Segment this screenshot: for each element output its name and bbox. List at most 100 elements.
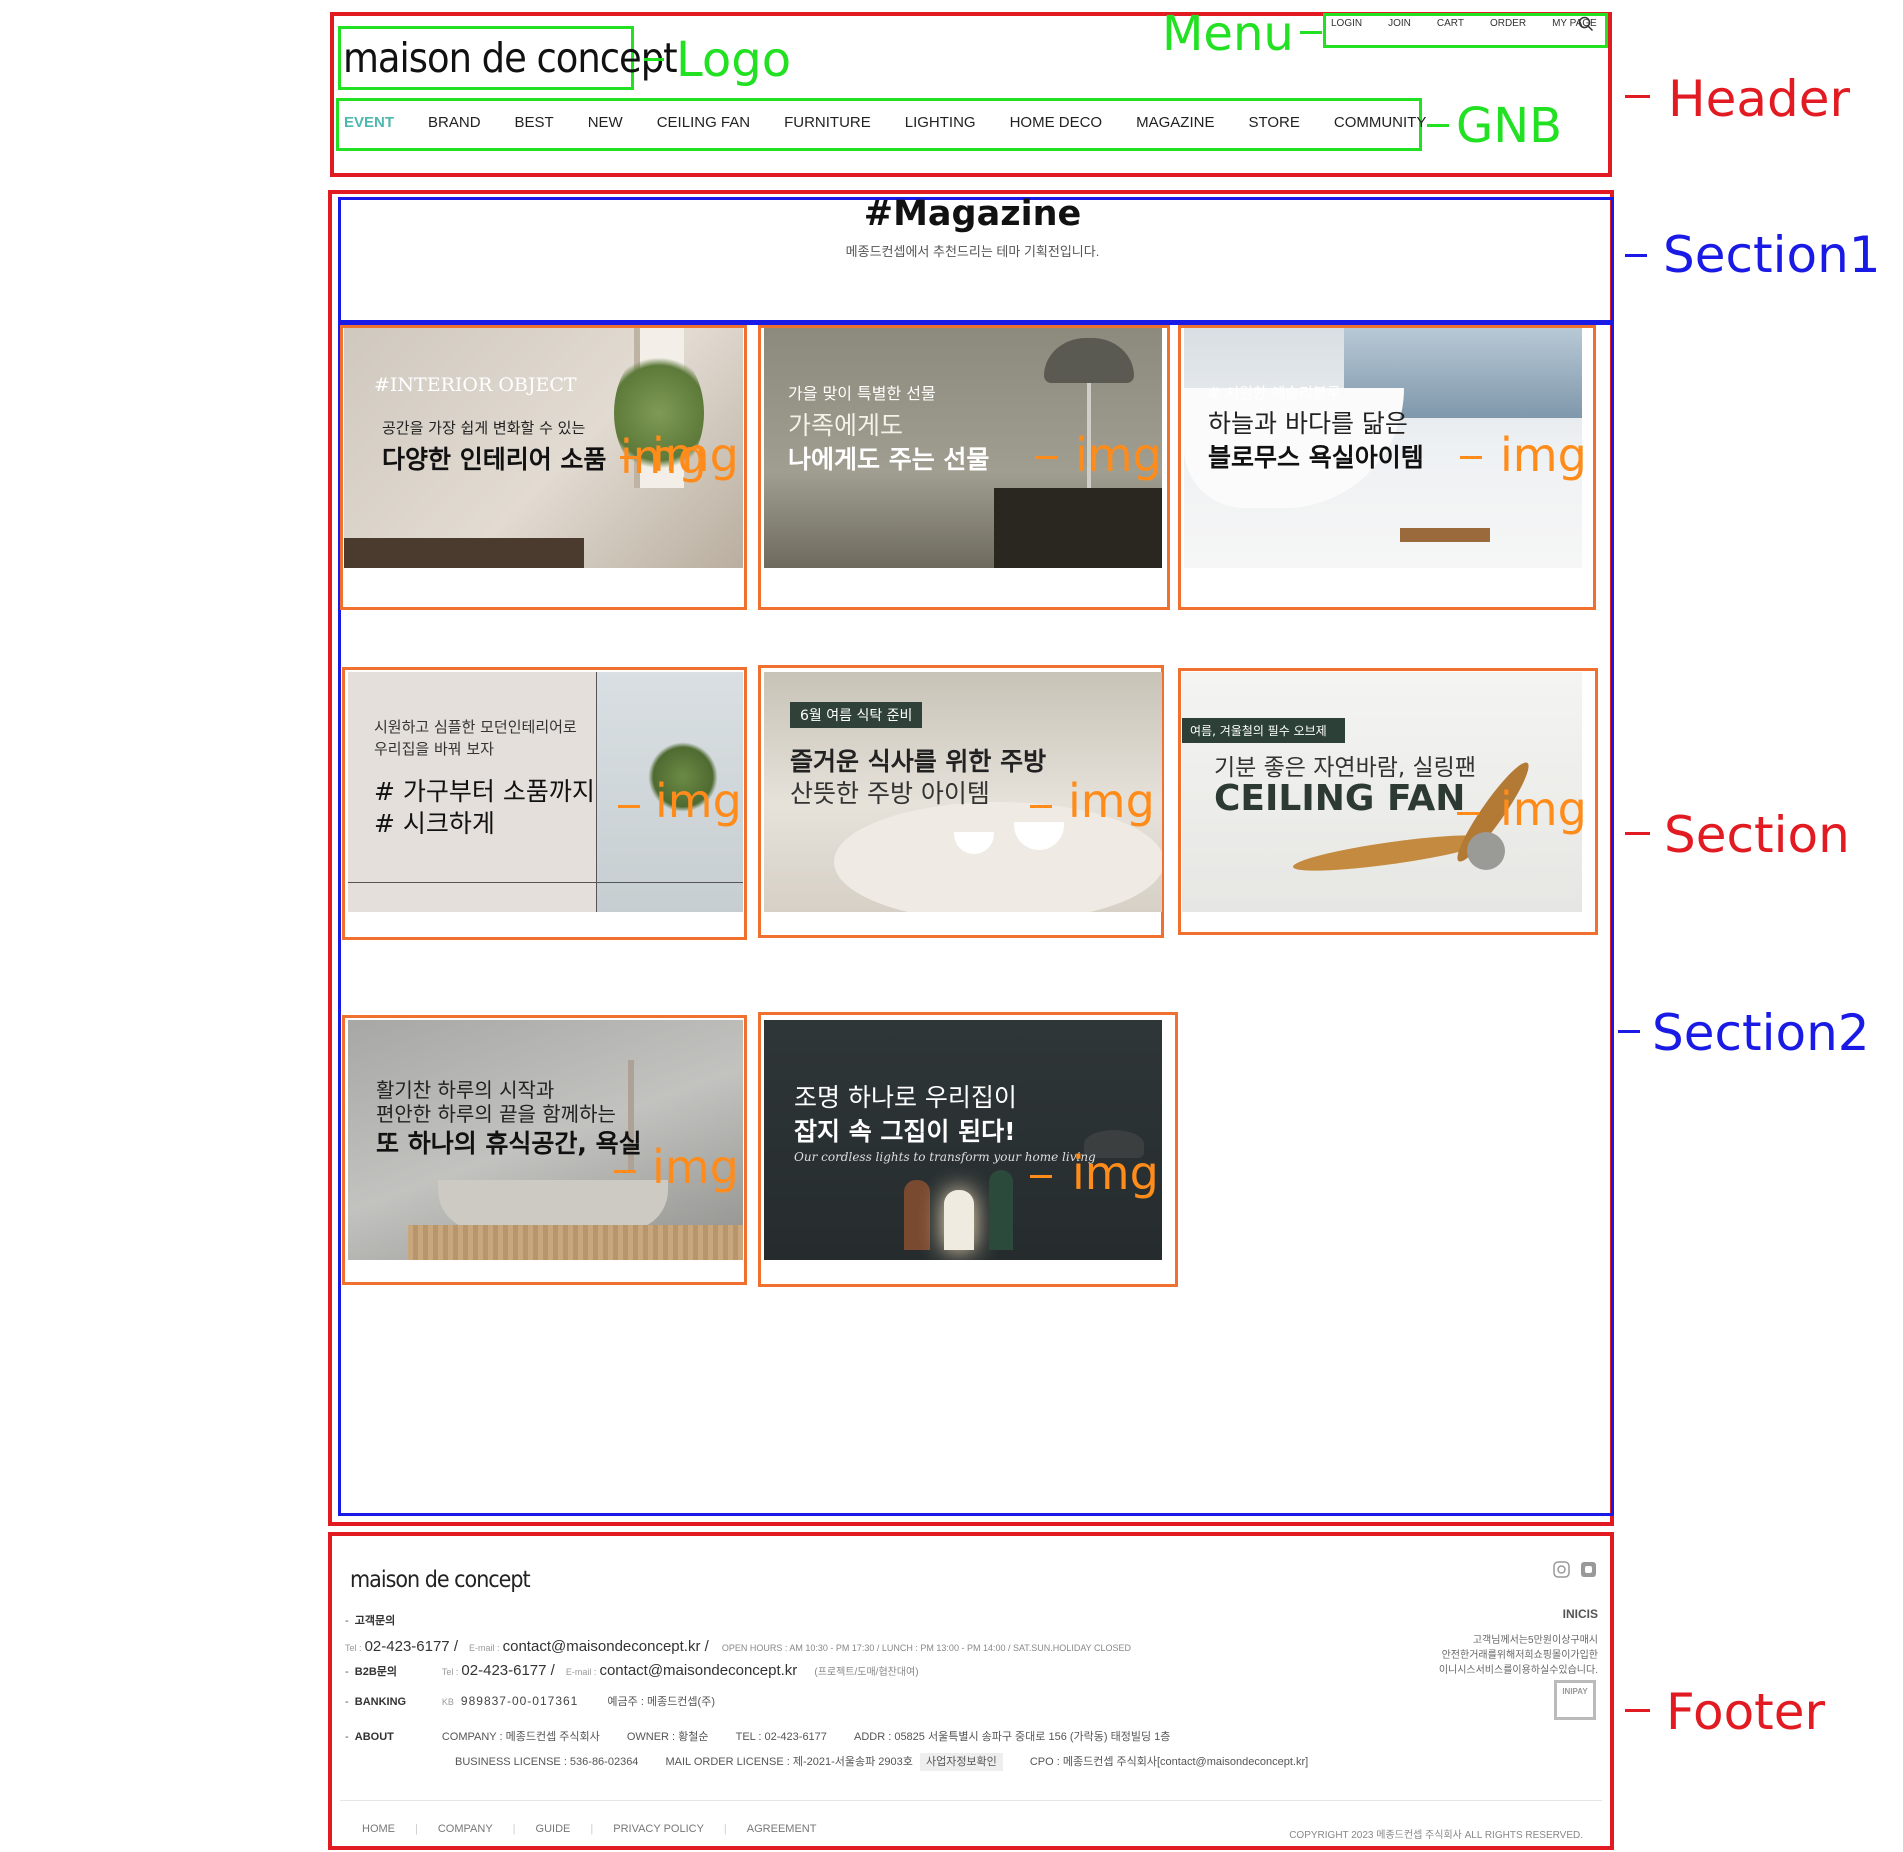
- img-dash: [1460, 456, 1482, 459]
- card-line1: 하늘과 바다를 닮은: [1208, 409, 1408, 438]
- img-dash: [1030, 1175, 1052, 1178]
- card-line1: 가족에게도: [788, 411, 904, 440]
- card-line2: 나에게도 주는 선물: [788, 445, 990, 474]
- footer-about-row: - ABOUT COMPANY : 메종드컨셉 주식회사 OWNER : 황철순…: [345, 1731, 1171, 1743]
- addr-info: ADDR : 05825 서울특별시 송파구 중대로 156 (가락동) 태정빌…: [853, 1731, 1171, 1743]
- img-dash: [1030, 805, 1052, 808]
- inicis-label: INICIS: [1562, 1607, 1598, 1621]
- gnb-store[interactable]: STORE: [1248, 114, 1299, 131]
- menu-annotation: Menu: [1162, 6, 1294, 62]
- card-image-box: [994, 488, 1162, 568]
- card-image-shelf: [348, 882, 743, 883]
- img-dash: [614, 1170, 636, 1173]
- email-value[interactable]: contact@maisondeconcept.kr /: [503, 1638, 709, 1655]
- gnb-lighting[interactable]: LIGHTING: [905, 114, 976, 131]
- card-tag: 조명 하나로 우리집이: [794, 1083, 1017, 1112]
- gnb-event[interactable]: EVENT: [344, 114, 394, 131]
- img-annotation: img: [652, 428, 739, 482]
- menu-join[interactable]: JOIN: [1388, 18, 1411, 29]
- email-label: E-mail :: [469, 1643, 500, 1653]
- blog-icon[interactable]: [1580, 1561, 1597, 1578]
- menu-login[interactable]: LOGIN: [1331, 18, 1362, 29]
- footer-link-agreement[interactable]: AGREEMENT: [747, 1823, 817, 1835]
- card-line1: 기분 좋은 자연바람, 실링팬: [1214, 755, 1477, 781]
- b2b-label: B2B문의: [354, 1666, 398, 1678]
- card-image-divider: [596, 672, 597, 912]
- mail-order-license: MAIL ORDER LICENSE : 제-2021-서울송파 2903호: [665, 1756, 913, 1768]
- card-tag: #INTERIOR OBJECT: [374, 374, 577, 396]
- footer-logo[interactable]: maison de concept: [350, 1567, 531, 1593]
- footer-tel-row: Tel : 02-423-6177 / E-mail : contact@mai…: [345, 1638, 1131, 1655]
- footer-links: HOME | COMPANY | GUIDE | PRIVACY POLICY | AG…: [362, 1823, 817, 1835]
- banking-label: BANKING: [354, 1696, 407, 1708]
- card-line2: # 시크하게: [374, 809, 495, 838]
- img-annotation: img: [1068, 774, 1155, 828]
- card-line2: 다양한 인테리어 소품: [382, 445, 607, 474]
- biz-check-button[interactable]: 사업자정보확인: [919, 1753, 1003, 1771]
- header-annotation: Header: [1668, 70, 1851, 128]
- img-annotation: img: [655, 774, 742, 828]
- b2b-tel: 02-423-6177 /: [461, 1662, 555, 1679]
- img-annotation: img: [1500, 428, 1587, 482]
- logo-annotation: Logo: [676, 32, 792, 88]
- img-dash: [620, 456, 638, 459]
- inicis-text-3: 이니시스서비스를이용하실수있습니다.: [1438, 1665, 1598, 1676]
- card-line2: 블로무스 욕실아이템: [1208, 443, 1424, 472]
- section1-dash: [1625, 254, 1647, 257]
- gnb-annotation: GNB: [1456, 98, 1563, 154]
- card-image-lamp-shade: [1044, 338, 1134, 383]
- card-tag: 여름, 겨울철의 필수 오브제: [1182, 718, 1345, 743]
- bank-account: 989837-00-017361: [460, 1694, 579, 1708]
- footer-link-company[interactable]: COMPANY: [438, 1823, 493, 1835]
- gnb-magazine[interactable]: MAGAZINE: [1136, 114, 1214, 131]
- section-annotation: Section: [1664, 806, 1850, 864]
- instagram-icon[interactable]: [1553, 1561, 1570, 1578]
- gnb: EVENT BRAND BEST NEW CEILING FAN FURNITU…: [344, 114, 1460, 131]
- card-line1: 즐거운 식사를 위한 주방: [790, 747, 1047, 776]
- gnb-furniture[interactable]: FURNITURE: [784, 114, 871, 131]
- footer-link-home[interactable]: HOME: [362, 1823, 395, 1835]
- card-line2: 또 하나의 휴식공간, 욕실: [376, 1129, 642, 1158]
- footer-annotation: Footer: [1666, 1683, 1826, 1741]
- about-label: ABOUT: [354, 1731, 394, 1743]
- gnb-best[interactable]: BEST: [515, 114, 554, 131]
- top-menu: LOGIN JOIN CART ORDER MY PAGE: [1331, 18, 1597, 29]
- img-dash: [1035, 456, 1057, 459]
- gnb-new[interactable]: NEW: [588, 114, 623, 131]
- card-tag2: 우리집을 바꿔 보자: [374, 740, 494, 758]
- menu-cart[interactable]: CART: [1437, 18, 1464, 29]
- gnb-ceiling-fan[interactable]: CEILING FAN: [657, 114, 750, 131]
- card-line1: 공간을 가장 쉽게 변화할 수 있는: [382, 419, 586, 437]
- card-line2: Our cordless lights to transform your ho…: [794, 1150, 1096, 1164]
- logo[interactable]: maison de concept: [343, 34, 678, 82]
- depositor: 예금주 : 메종드컨셉(주): [607, 1696, 715, 1708]
- b2b-email[interactable]: contact@maisondeconcept.kr: [599, 1662, 797, 1679]
- logo-dash: [644, 58, 664, 61]
- inipay-badge[interactable]: INIPAY: [1554, 1680, 1596, 1720]
- company-info: COMPANY : 메종드컨셉 주식회사: [441, 1731, 600, 1743]
- footer-link-guide[interactable]: GUIDE: [536, 1823, 571, 1835]
- gnb-brand[interactable]: BRAND: [428, 114, 481, 131]
- b2b-email-label: E-mail :: [565, 1667, 597, 1677]
- img-annotation: img: [1075, 428, 1162, 482]
- open-hours: OPEN HOURS : AM 10:30 - PM 17:30 / LUNCH…: [721, 1643, 1131, 1653]
- img-dash: [1457, 812, 1479, 815]
- card-image-hub: [1467, 832, 1505, 870]
- section2-annotation: Section2: [1652, 1004, 1870, 1062]
- gnb-community[interactable]: COMMUNITY: [1334, 114, 1427, 131]
- magazine-card-lighting[interactable]: 조명 하나로 우리집이 잡지 속 그집이 된다! Our cordless li…: [764, 1020, 1162, 1260]
- gnb-dash: [1427, 124, 1449, 127]
- footer-link-privacy[interactable]: PRIVACY POLICY: [613, 1823, 704, 1835]
- gnb-home-deco[interactable]: HOME DECO: [1010, 114, 1103, 131]
- header-dash: [1625, 95, 1650, 98]
- card-line1: # 가구부터 소품까지: [374, 777, 595, 806]
- card-image-table: [344, 538, 584, 568]
- menu-order[interactable]: ORDER: [1490, 18, 1526, 29]
- inicis-text-2: 안전한거래를위해저희쇼핑몰이가입한: [1441, 1650, 1598, 1661]
- footer-dash: [1625, 1709, 1650, 1712]
- card-image-lamp: [904, 1180, 930, 1250]
- img-annotation: img: [1072, 1146, 1159, 1200]
- cpo-info: CPO : 메종드컨셉 주식회사[contact@maisondeconcept…: [1029, 1756, 1309, 1768]
- tel-label: Tel :: [345, 1643, 362, 1653]
- search-icon[interactable]: [1578, 16, 1594, 32]
